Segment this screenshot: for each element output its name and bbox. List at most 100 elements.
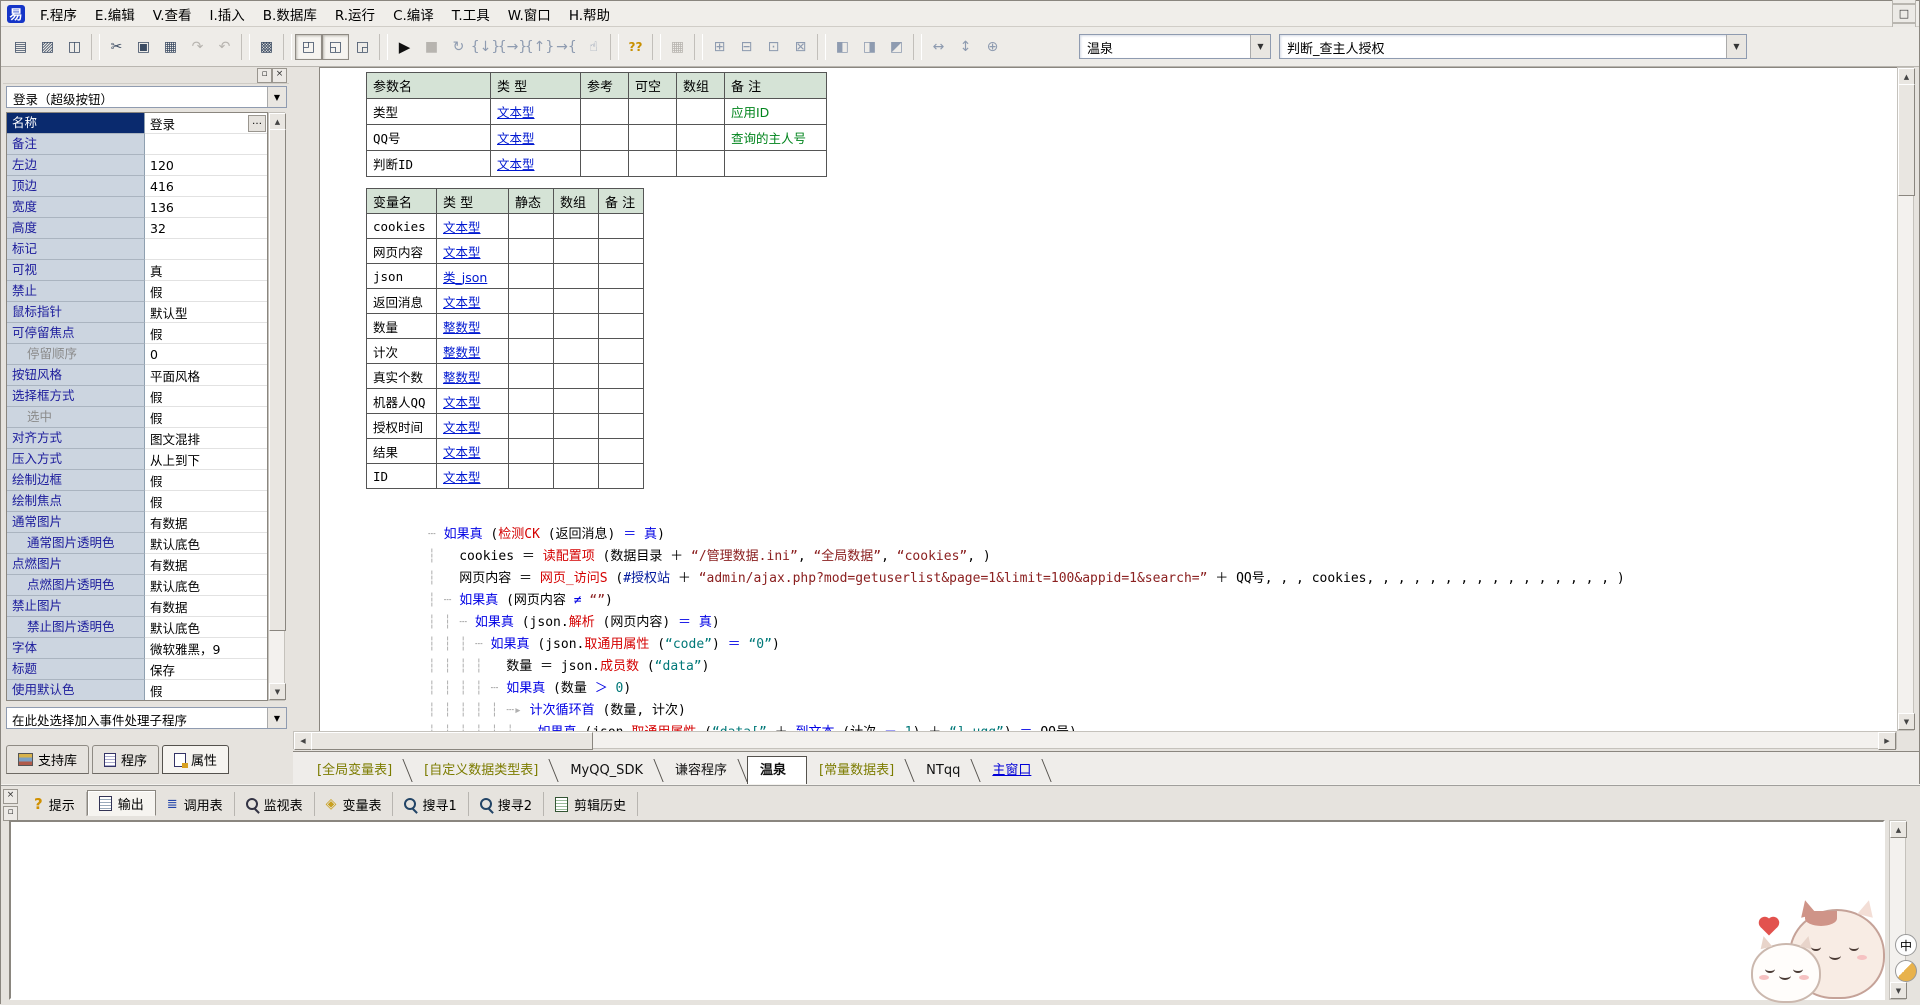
- property-value[interactable]: 有数据 …: [145, 596, 267, 617]
- property-row[interactable]: 绘制边框 假 …: [7, 470, 267, 491]
- property-value[interactable]: 有数据 …: [145, 512, 267, 533]
- pause-hand-icon[interactable]: ☝: [580, 34, 607, 60]
- scroll-down-icon[interactable]: ▼: [269, 683, 286, 700]
- panel-close-button[interactable]: ×: [3, 789, 18, 804]
- toolbar-separator[interactable]: [91, 34, 100, 60]
- property-value[interactable]: 120 …: [145, 155, 267, 176]
- ellipsis-button[interactable]: …: [248, 115, 266, 132]
- menu-item[interactable]: E.编辑: [86, 6, 144, 26]
- property-value[interactable]: 假 …: [145, 281, 267, 302]
- save-icon[interactable]: ◫: [61, 34, 88, 60]
- param-table-row[interactable]: QQ号 文本型 查询的主人号: [367, 125, 827, 151]
- var-name-cell[interactable]: 返回消息: [367, 289, 437, 314]
- var-table-row[interactable]: cookies 文本型: [367, 214, 644, 239]
- toolbar-separator[interactable]: [652, 34, 661, 60]
- object-selector-combo[interactable]: 登录（超级按钮） ▼: [6, 86, 287, 108]
- output-tab[interactable]: 输出: [87, 790, 156, 816]
- output-tab[interactable]: 变量表: [315, 792, 394, 816]
- document-tab[interactable]: NTqq: [914, 757, 980, 784]
- var-name-cell[interactable]: 真实个数: [367, 364, 437, 389]
- property-value[interactable]: 默认型 …: [145, 302, 267, 323]
- property-value[interactable]: 416 …: [145, 176, 267, 197]
- ime-icon[interactable]: [1895, 960, 1917, 982]
- merge-center-icon[interactable]: ◩: [883, 34, 910, 60]
- param-table-row[interactable]: 判断ID 文本型: [367, 151, 827, 177]
- property-row[interactable]: 字体 微软雅黑，9 …: [7, 638, 267, 659]
- property-value[interactable]: 假 …: [145, 491, 267, 512]
- property-value[interactable]: 0 …: [145, 344, 267, 365]
- var-name-cell[interactable]: ID: [367, 464, 437, 489]
- property-value[interactable]: 微软雅黑，9 …: [145, 638, 267, 659]
- property-value[interactable]: 默认底色 …: [145, 575, 267, 596]
- toolbar-separator[interactable]: [913, 34, 922, 60]
- scrollbar-thumb[interactable]: [1898, 84, 1915, 196]
- chevron-down-icon[interactable]: ▼: [267, 708, 286, 728]
- var-name-cell[interactable]: 机器人QQ: [367, 389, 437, 414]
- property-row[interactable]: 左边 120 …: [7, 155, 267, 176]
- insert-row-below-icon[interactable]: ⊟: [733, 34, 760, 60]
- property-row[interactable]: 高度 32 …: [7, 218, 267, 239]
- document-tab[interactable]: 谦容程序: [663, 757, 747, 784]
- output-tab[interactable]: 搜寻1: [393, 792, 468, 816]
- property-row[interactable]: 名称 登录 …: [7, 113, 267, 134]
- maximize-button[interactable]: □: [1892, 4, 1916, 23]
- window-layout-3-icon[interactable]: ◲: [349, 34, 376, 60]
- scroll-down-icon[interactable]: ▼: [1898, 713, 1915, 730]
- property-value[interactable]: 假 …: [145, 323, 267, 344]
- param-name-cell[interactable]: 判断ID: [367, 151, 491, 177]
- scroll-left-icon[interactable]: ◀: [294, 732, 312, 750]
- param-name-cell[interactable]: QQ号: [367, 125, 491, 151]
- output-tab[interactable]: 剪辑历史: [544, 792, 638, 816]
- var-type-cell[interactable]: 整数型: [437, 364, 509, 389]
- fit-width-icon[interactable]: ↔: [925, 34, 952, 60]
- property-row[interactable]: 通常图片 有数据 …: [7, 512, 267, 533]
- param-name-cell[interactable]: 类型: [367, 99, 491, 125]
- property-value[interactable]: 假 …: [145, 386, 267, 407]
- property-row[interactable]: 点燃图片 有数据 …: [7, 554, 267, 575]
- toolbar-separator[interactable]: [694, 34, 703, 60]
- ime-language-badge[interactable]: 中: [1895, 934, 1917, 956]
- fit-both-icon[interactable]: ⊕: [979, 34, 1006, 60]
- var-type-cell[interactable]: 整数型: [437, 314, 509, 339]
- var-type-cell[interactable]: 文本型: [437, 239, 509, 264]
- scroll-down-icon[interactable]: ▼: [1890, 982, 1907, 999]
- inspector-tab[interactable]: 程序: [92, 745, 159, 774]
- duplicate-row-icon[interactable]: ⊡: [760, 34, 787, 60]
- document-tab[interactable]: 主窗口: [980, 757, 1051, 784]
- output-tab[interactable]: 提示: [23, 792, 87, 816]
- delete-row-icon[interactable]: ⊠: [787, 34, 814, 60]
- menu-item[interactable]: I.插入: [201, 6, 254, 26]
- step-into-icon[interactable]: {↓}: [472, 34, 499, 60]
- property-value[interactable]: 默认底色 …: [145, 617, 267, 638]
- menu-item[interactable]: F.程序: [31, 6, 86, 26]
- property-row[interactable]: 备注 …: [7, 134, 267, 155]
- var-table-row[interactable]: 数量 整数型: [367, 314, 644, 339]
- editor-canvas[interactable]: 参数名类 型参考可空数组备 注 类型 文本型 应用ID QQ号 文本型: [319, 67, 1897, 731]
- scroll-up-icon[interactable]: ▲: [1890, 821, 1907, 838]
- inspector-tab[interactable]: 属性: [162, 745, 229, 774]
- toolbar-separator[interactable]: [817, 34, 826, 60]
- inspector-scrollbar[interactable]: ▲ ▼: [268, 112, 285, 701]
- fit-height-icon[interactable]: ↕: [952, 34, 979, 60]
- property-row[interactable]: 禁止图片透明色 默认底色 …: [7, 617, 267, 638]
- property-row[interactable]: 对齐方式 图文混排 …: [7, 428, 267, 449]
- output-tab[interactable]: 调用表: [156, 792, 235, 816]
- scroll-up-icon[interactable]: ▲: [269, 113, 286, 130]
- var-name-cell[interactable]: 结果: [367, 439, 437, 464]
- var-name-cell[interactable]: json: [367, 264, 437, 289]
- var-table-row[interactable]: 返回消息 文本型: [367, 289, 644, 314]
- property-row[interactable]: 可视 真 …: [7, 260, 267, 281]
- var-type-cell[interactable]: 类_json: [437, 264, 509, 289]
- run-icon[interactable]: ▶: [391, 34, 418, 60]
- copy-icon[interactable]: ▣: [130, 34, 157, 60]
- document-tab[interactable]: MyQQ_SDK: [558, 757, 663, 784]
- menu-item[interactable]: W.窗口: [499, 6, 560, 26]
- property-row[interactable]: 顶边 416 …: [7, 176, 267, 197]
- property-value[interactable]: 有数据 …: [145, 554, 267, 575]
- redo-icon[interactable]: ↷: [184, 34, 211, 60]
- stop-icon[interactable]: ■: [418, 34, 445, 60]
- property-row[interactable]: 选择框方式 假 …: [7, 386, 267, 407]
- menu-item[interactable]: R.运行: [326, 6, 384, 26]
- property-row[interactable]: 可停留焦点 假 …: [7, 323, 267, 344]
- document-tab[interactable]: [自定义数据类型表]: [412, 757, 558, 784]
